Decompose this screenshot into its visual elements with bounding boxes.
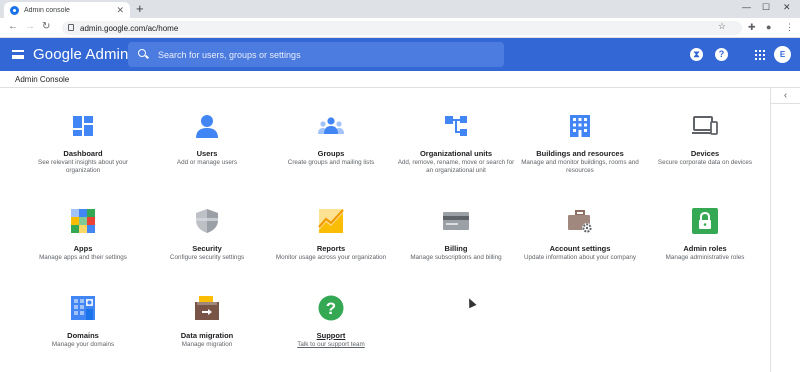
url-text: admin.google.com/ac/home bbox=[80, 23, 179, 33]
dashboard-icon bbox=[70, 113, 96, 139]
card-title: Security bbox=[192, 244, 222, 253]
close-tab-icon[interactable]: ✕ bbox=[116, 5, 124, 16]
card-description: Secure corporate data on devices bbox=[657, 159, 753, 166]
help-icon: ? bbox=[318, 295, 344, 321]
browser-tab[interactable]: Admin console ✕ bbox=[4, 2, 130, 18]
reload-icon[interactable]: ↻ bbox=[42, 21, 50, 33]
card-billing[interactable]: Billing Manage subscriptions and billing bbox=[396, 208, 516, 262]
groups-icon bbox=[318, 113, 344, 139]
card-title: Domains bbox=[67, 331, 99, 340]
card-description[interactable]: Talk to our support team bbox=[271, 341, 391, 349]
card-data-migration[interactable]: Data migration Manage migration bbox=[147, 295, 267, 349]
card-organizational-units[interactable]: Organizational units Add, remove, rename… bbox=[396, 113, 516, 174]
card-apps[interactable]: Apps Manage apps and their settings bbox=[23, 208, 143, 262]
card-reports[interactable]: Reports Monitor usage across your organi… bbox=[271, 208, 391, 262]
address-bar[interactable]: admin.google.com/ac/home ☆ bbox=[62, 21, 742, 35]
admin-header: Google Admin Search for users, groups or… bbox=[0, 38, 800, 71]
browser-toolbar: ← → ↻ admin.google.com/ac/home ☆ ✚ ● ⋮ bbox=[0, 18, 800, 38]
card-title: Groups bbox=[317, 149, 345, 158]
card-title: Devices bbox=[690, 149, 720, 158]
search-input[interactable]: Search for users, groups or settings bbox=[128, 42, 504, 67]
card-description: See relevant insights about your organiz… bbox=[38, 159, 128, 174]
domains-icon bbox=[70, 295, 96, 321]
mouse-cursor-icon bbox=[465, 296, 477, 309]
shield-icon bbox=[194, 208, 220, 234]
building-icon bbox=[567, 113, 593, 139]
tab-title: Admin console bbox=[24, 6, 70, 14]
card-groups[interactable]: Groups Create groups and mailing lists bbox=[271, 113, 391, 167]
card-domains[interactable]: Domains Manage your domains bbox=[23, 295, 143, 349]
maximize-icon[interactable]: ☐ bbox=[762, 2, 770, 13]
card-title: Buildings and resources bbox=[536, 149, 624, 158]
brand-title: Google Admin bbox=[33, 46, 129, 63]
card-users[interactable]: Users Add or manage users bbox=[147, 113, 267, 167]
tasks-hourglass-icon[interactable]: ⧗ bbox=[690, 48, 703, 61]
minimize-icon[interactable]: — bbox=[742, 2, 751, 12]
card-title[interactable]: Support bbox=[271, 331, 391, 340]
card-account-settings[interactable]: Account settings Update information abou… bbox=[520, 208, 640, 262]
breadcrumb-bar: Admin Console bbox=[0, 71, 800, 88]
reports-icon bbox=[318, 208, 344, 234]
card-title: Billing bbox=[444, 244, 468, 253]
card-title: Organizational units bbox=[419, 149, 493, 158]
card-title: Reports bbox=[316, 244, 346, 253]
card-description: Create groups and mailing lists bbox=[287, 159, 375, 166]
card-security[interactable]: Security Configure security settings bbox=[147, 208, 267, 262]
card-description: Manage apps and their settings bbox=[39, 254, 127, 261]
card-title: Data migration bbox=[180, 331, 234, 340]
profile-icon[interactable]: ● bbox=[766, 22, 771, 32]
card-title: Admin roles bbox=[683, 244, 727, 253]
search-icon bbox=[138, 49, 146, 57]
browser-tab-strip: Admin console ✕ + — ☐ ✕ bbox=[0, 0, 800, 18]
briefcase-gear-icon bbox=[567, 208, 593, 234]
apps-grid-icon[interactable] bbox=[755, 50, 765, 60]
avatar[interactable]: E bbox=[774, 46, 791, 63]
breadcrumb: Admin Console bbox=[15, 75, 70, 84]
card-description: Add, remove, rename, move or search for … bbox=[397, 159, 515, 174]
card-description: Manage administrative roles bbox=[665, 254, 745, 261]
org-units-icon bbox=[443, 113, 469, 139]
credit-card-icon bbox=[443, 208, 469, 234]
card-title: Dashboard bbox=[63, 149, 103, 158]
card-description: Monitor usage across your organization bbox=[275, 254, 387, 261]
bookmark-star-icon[interactable]: ☆ bbox=[718, 21, 726, 32]
svg-text:?: ? bbox=[326, 299, 336, 318]
card-description: Configure security settings bbox=[169, 254, 245, 261]
card-devices[interactable]: Devices Secure corporate data on devices bbox=[645, 113, 765, 167]
lock-icon bbox=[68, 24, 74, 31]
card-admin-roles[interactable]: Admin roles Manage administrative roles bbox=[645, 208, 765, 262]
menu-icon[interactable] bbox=[12, 50, 24, 59]
card-title: Apps bbox=[73, 244, 93, 253]
data-migration-icon bbox=[194, 295, 220, 321]
search-placeholder: Search for users, groups or settings bbox=[158, 49, 301, 60]
card-description: Manage your domains bbox=[51, 341, 115, 348]
card-description: Manage and monitor buildings, rooms and … bbox=[521, 159, 639, 174]
apps-icon bbox=[70, 208, 96, 234]
browser-menu-icon[interactable]: ⋮ bbox=[785, 22, 794, 33]
admin-favicon-icon bbox=[10, 5, 19, 15]
devices-icon bbox=[692, 113, 718, 139]
card-description: Add or manage users bbox=[176, 159, 238, 166]
extensions-icon[interactable]: ✚ bbox=[748, 22, 756, 33]
card-title: Account settings bbox=[549, 244, 611, 253]
card-support[interactable]: ? Support Talk to our support team bbox=[271, 295, 391, 349]
back-icon[interactable]: ← bbox=[8, 21, 18, 33]
side-panel-divider bbox=[770, 104, 771, 372]
card-description: Update information about your company bbox=[523, 254, 636, 261]
card-description: Manage migration bbox=[181, 341, 233, 348]
new-tab-icon[interactable]: + bbox=[136, 2, 144, 16]
help-icon[interactable]: ? bbox=[715, 48, 728, 61]
card-buildings-and-resources[interactable]: Buildings and resources Manage and monit… bbox=[520, 113, 640, 174]
card-dashboard[interactable]: Dashboard See relevant insights about yo… bbox=[23, 113, 143, 174]
card-description: Manage subscriptions and billing bbox=[410, 254, 502, 261]
lock-icon bbox=[692, 208, 718, 234]
forward-icon[interactable]: → bbox=[25, 21, 35, 33]
close-window-icon[interactable]: ✕ bbox=[783, 2, 791, 13]
collapse-panel-icon[interactable]: ‹ bbox=[770, 88, 800, 104]
card-title: Users bbox=[196, 149, 218, 158]
user-icon bbox=[194, 113, 220, 139]
